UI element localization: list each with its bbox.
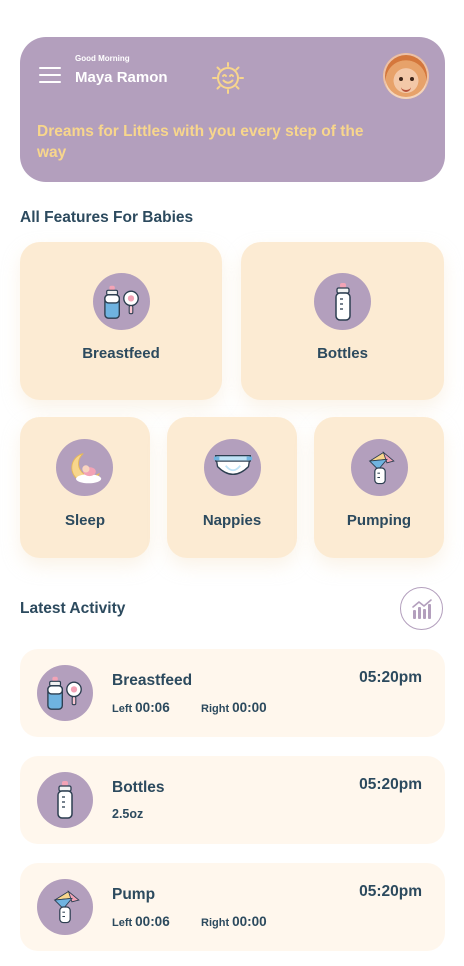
feature-label: Sleep: [64, 512, 106, 529]
left-value: 00:06: [135, 700, 170, 715]
breastfeed-icon: [93, 273, 150, 330]
header-card: Good Morning Maya Ramon Dreams for Littl…: [20, 37, 445, 182]
pump-icon: [37, 879, 93, 935]
nappy-icon: [204, 439, 261, 496]
greeting-text: Good Morning: [75, 54, 130, 63]
bottle-icon: [37, 772, 93, 828]
right-duration: Right 00:00: [201, 700, 267, 715]
activity-item-breastfeed[interactable]: Breastfeed 05:20pm Left 00:06 Right 00:00: [20, 649, 445, 737]
activity-title: Pump: [112, 886, 156, 903]
right-label: Right: [201, 703, 230, 715]
breastfeed-icon: [37, 665, 93, 721]
left-value: 00:06: [135, 914, 170, 929]
feature-label: Bottles: [317, 345, 368, 362]
sleep-moon-icon: [56, 439, 113, 496]
right-label: Right: [201, 917, 230, 929]
feature-label: Nappies: [202, 512, 262, 529]
left-duration: Left 00:06: [112, 700, 170, 715]
activity-item-pump[interactable]: Pump 05:20pm Left 00:06 Right 00:00: [20, 863, 445, 951]
activity-time: 05:20pm: [359, 883, 422, 900]
left-duration: Left 00:06: [112, 914, 170, 929]
activity-item-bottles[interactable]: Bottles 05:20pm 2.5oz: [20, 756, 445, 844]
feature-card-nappies[interactable]: Nappies: [167, 417, 297, 558]
bottle-icon: [314, 273, 371, 330]
bar-chart-icon: [411, 598, 432, 619]
right-value: 00:00: [232, 700, 267, 715]
baby-avatar[interactable]: [383, 53, 429, 99]
left-label: Left: [112, 917, 133, 929]
menu-icon[interactable]: [39, 67, 61, 84]
activity-section-title: Latest Activity: [20, 600, 126, 617]
feature-label: Pumping: [346, 512, 412, 529]
left-label: Left: [112, 703, 133, 715]
activity-title: Bottles: [112, 779, 165, 796]
tagline-text: Dreams for Littles with you every step o…: [37, 123, 364, 161]
feature-card-bottles[interactable]: Bottles: [241, 242, 444, 400]
smiling-sun-icon: [212, 62, 244, 94]
bottle-amount: 2.5oz: [112, 807, 144, 821]
activity-time: 05:20pm: [359, 776, 422, 793]
features-section-title: All Features For Babies: [20, 209, 194, 226]
right-duration: Right 00:00: [201, 914, 267, 929]
activity-title: Breastfeed: [112, 672, 193, 689]
user-name: Maya Ramon: [75, 69, 168, 86]
feature-card-pumping[interactable]: Pumping: [314, 417, 444, 558]
feature-card-sleep[interactable]: Sleep: [20, 417, 150, 558]
feature-card-breastfeed[interactable]: Breastfeed: [20, 242, 222, 400]
right-value: 00:00: [232, 914, 267, 929]
pump-icon: [351, 439, 408, 496]
chart-button[interactable]: [400, 587, 443, 630]
feature-label: Breastfeed: [82, 345, 160, 362]
activity-time: 05:20pm: [359, 669, 422, 686]
